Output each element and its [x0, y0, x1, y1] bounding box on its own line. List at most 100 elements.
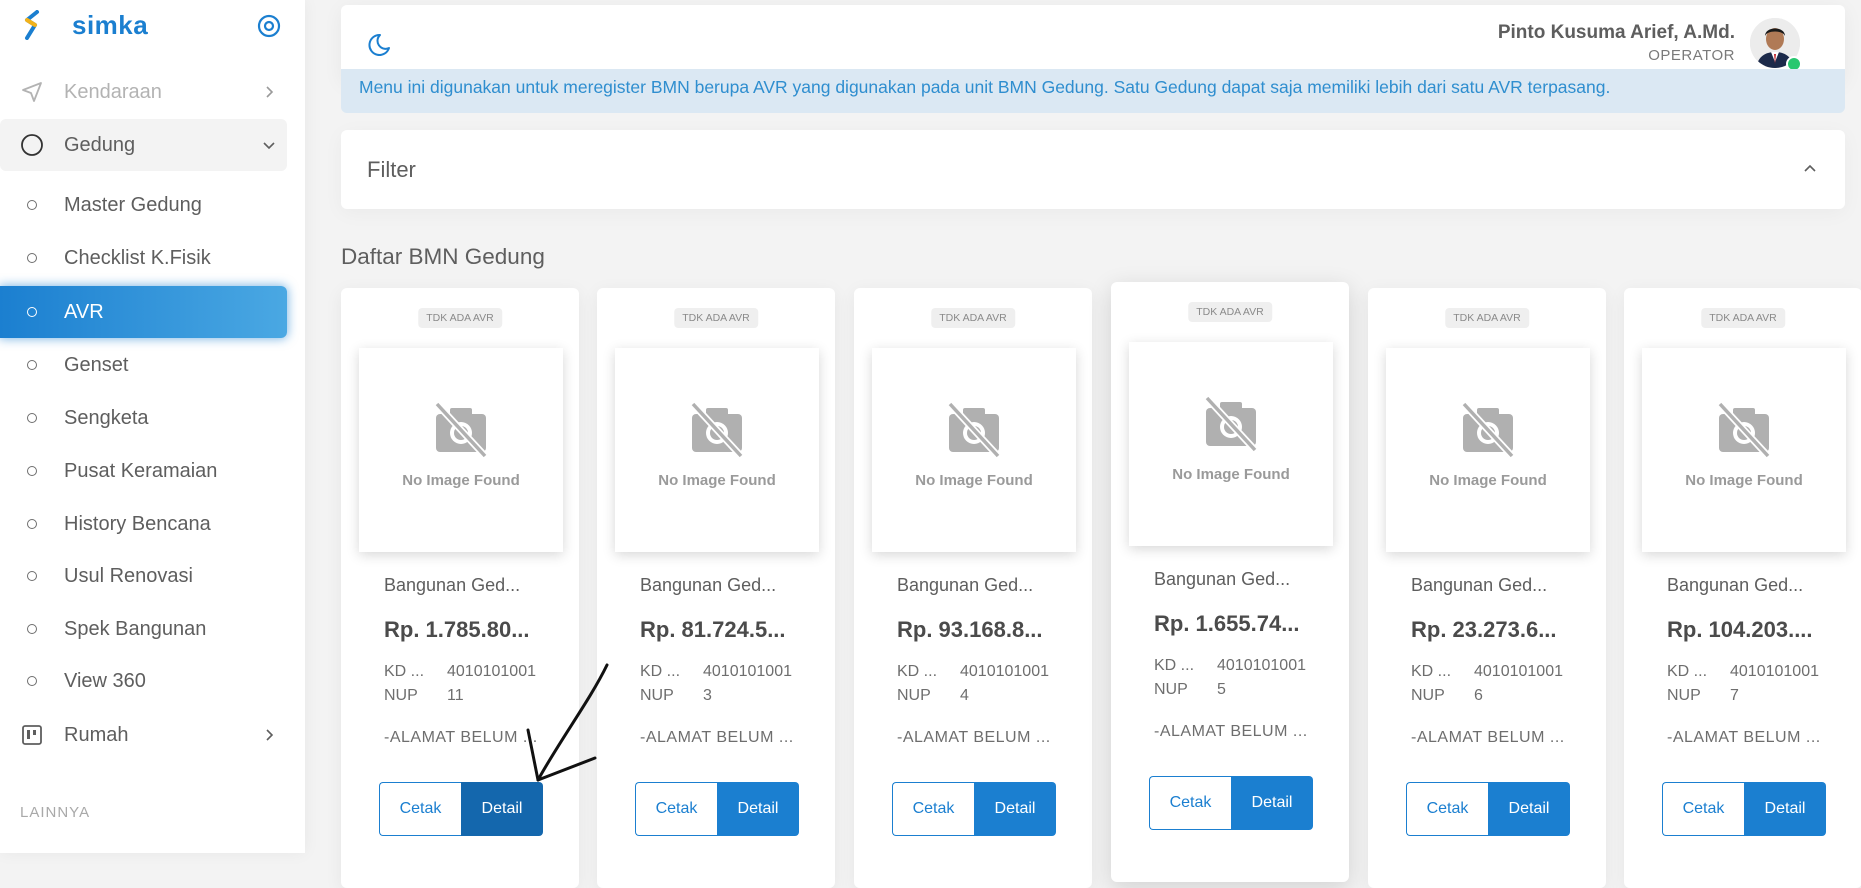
- status-badge: TDK ADA AVR: [1701, 308, 1785, 328]
- chevron-up-icon[interactable]: [1801, 160, 1819, 178]
- sidebar-item-genset[interactable]: Genset: [0, 340, 287, 390]
- kanban-board-icon: [20, 723, 44, 747]
- sidebar-item-master-gedung[interactable]: Master Gedung: [0, 180, 287, 230]
- circle-icon: [20, 133, 44, 157]
- sidebar-item-checklist-k-fisik[interactable]: Checklist K.Fisik: [0, 233, 287, 283]
- kd-label: KD ...: [384, 663, 425, 680]
- bmn-card: TDK ADA AVR No Image Found Bangunan Ged.…: [341, 288, 579, 888]
- kd-value: 4010101001: [1474, 663, 1563, 680]
- section-label-lainnya: LAINNYA: [20, 804, 91, 821]
- sidebar-item-view-360[interactable]: View 360: [0, 656, 287, 706]
- info-alert: Menu ini digunakan untuk meregister BMN …: [341, 69, 1845, 113]
- nup-label: NUP: [1411, 687, 1445, 704]
- user-role: OPERATOR: [1648, 47, 1735, 64]
- nav-item-gedung[interactable]: Gedung: [0, 119, 287, 171]
- card-actions: Cetak Detail: [1149, 776, 1313, 830]
- card-actions: Cetak Detail: [892, 782, 1056, 836]
- brand-name[interactable]: simka: [72, 10, 148, 41]
- card-actions: Cetak Detail: [1406, 782, 1570, 836]
- chevron-down-icon: [263, 142, 275, 150]
- detail-button[interactable]: Detail: [461, 782, 543, 836]
- nup-value: 5: [1217, 681, 1226, 698]
- detail-button[interactable]: Detail: [1488, 782, 1570, 836]
- circle-bullet-icon: [27, 200, 37, 210]
- status-badge: TDK ADA AVR: [1445, 308, 1529, 328]
- nup-label: NUP: [640, 687, 674, 704]
- no-image-placeholder: No Image Found: [1386, 348, 1590, 552]
- filter-card[interactable]: Filter: [341, 130, 1845, 209]
- sidebar-item-label: View 360: [64, 669, 146, 692]
- cetak-button[interactable]: Cetak: [1149, 776, 1231, 830]
- card-name: Bangunan Ged...: [897, 575, 1034, 595]
- cetak-button[interactable]: Cetak: [1406, 782, 1488, 836]
- annotation-arrow-icon: [526, 663, 609, 782]
- status-badge: TDK ADA AVR: [418, 308, 502, 328]
- no-image-placeholder: No Image Found: [872, 348, 1076, 552]
- card-address: -ALAMAT BELUM ...: [1411, 729, 1565, 746]
- kd-value: 4010101001: [1730, 663, 1819, 680]
- filter-title: Filter: [367, 157, 416, 182]
- sidebar-item-label: AVR: [64, 300, 104, 323]
- kd-label: KD ...: [1667, 663, 1708, 680]
- nup-value: 11: [447, 687, 464, 704]
- nav-label: Gedung: [64, 133, 136, 156]
- card-price: Rp. 23.273.6...: [1411, 617, 1557, 642]
- card-name: Bangunan Ged...: [1154, 569, 1291, 589]
- kd-value: 4010101001: [1217, 657, 1306, 674]
- no-camera-icon: [690, 401, 744, 458]
- card-actions: Cetak Detail: [1662, 782, 1826, 836]
- detail-button[interactable]: Detail: [1231, 776, 1313, 830]
- no-image-text: No Image Found: [915, 472, 1033, 489]
- no-camera-icon: [434, 401, 488, 458]
- status-badge: TDK ADA AVR: [931, 308, 1015, 328]
- no-image-placeholder: No Image Found: [1642, 348, 1846, 552]
- detail-button[interactable]: Detail: [974, 782, 1056, 836]
- no-camera-icon: [947, 401, 1001, 458]
- card-price: Rp. 93.168.8...: [897, 617, 1043, 642]
- no-camera-icon: [1717, 401, 1771, 458]
- sidebar-item-label: History Bencana: [64, 512, 211, 535]
- nav-item-kendaraan[interactable]: Kendaraan: [0, 67, 287, 117]
- sidebar-item-usul-renovasi[interactable]: Usul Renovasi: [0, 551, 287, 601]
- sidebar-item-history-bencana[interactable]: History Bencana: [0, 499, 287, 549]
- circle-bullet-icon: [27, 307, 37, 317]
- no-image-text: No Image Found: [1429, 472, 1547, 489]
- nup-value: 3: [703, 687, 712, 704]
- sidebar-item-spek-bangunan[interactable]: Spek Bangunan: [0, 604, 287, 654]
- sidebar-toggle-icon[interactable]: [256, 13, 282, 39]
- no-image-text: No Image Found: [658, 472, 776, 489]
- kd-label: KD ...: [1154, 657, 1195, 674]
- cetak-button[interactable]: Cetak: [1662, 782, 1744, 836]
- circle-bullet-icon: [27, 253, 37, 263]
- nav-label: Rumah: [64, 723, 129, 746]
- sidebar-item-pusat-keramaian[interactable]: Pusat Keramaian: [0, 446, 287, 496]
- cetak-button[interactable]: Cetak: [635, 782, 717, 836]
- circle-bullet-icon: [27, 466, 37, 476]
- kd-value: 4010101001: [703, 663, 792, 680]
- cetak-button[interactable]: Cetak: [892, 782, 974, 836]
- card-address: -ALAMAT BELUM ...: [1667, 729, 1821, 746]
- moon-icon[interactable]: [367, 29, 397, 59]
- user-name[interactable]: Pinto Kusuma Arief, A.Md.: [1498, 22, 1735, 44]
- card-name: Bangunan Ged...: [384, 575, 521, 595]
- status-badge: TDK ADA AVR: [674, 308, 758, 328]
- card-price: Rp. 1.655.74...: [1154, 611, 1300, 636]
- card-price: Rp. 104.203....: [1667, 617, 1813, 642]
- detail-button[interactable]: Detail: [1744, 782, 1826, 836]
- sidebar: simka Kendaraan Gedung Master Gedung Che…: [0, 0, 305, 853]
- detail-button[interactable]: Detail: [717, 782, 799, 836]
- circle-bullet-icon: [27, 571, 37, 581]
- card-name: Bangunan Ged...: [1411, 575, 1548, 595]
- sidebar-item-label: Checklist K.Fisik: [64, 246, 211, 269]
- sidebar-item-label: Spek Bangunan: [64, 617, 207, 640]
- sidebar-item-label: Usul Renovasi: [64, 564, 193, 587]
- no-camera-icon: [1461, 401, 1515, 458]
- nav-item-rumah[interactable]: Rumah: [0, 710, 287, 760]
- no-image-placeholder: No Image Found: [615, 348, 819, 552]
- circle-bullet-icon: [27, 413, 37, 423]
- cetak-button[interactable]: Cetak: [379, 782, 461, 836]
- status-badge: TDK ADA AVR: [1188, 302, 1272, 322]
- sidebar-item-sengketa[interactable]: Sengketa: [0, 393, 287, 443]
- sidebar-item-avr[interactable]: AVR: [0, 286, 287, 338]
- no-image-placeholder: No Image Found: [359, 348, 563, 552]
